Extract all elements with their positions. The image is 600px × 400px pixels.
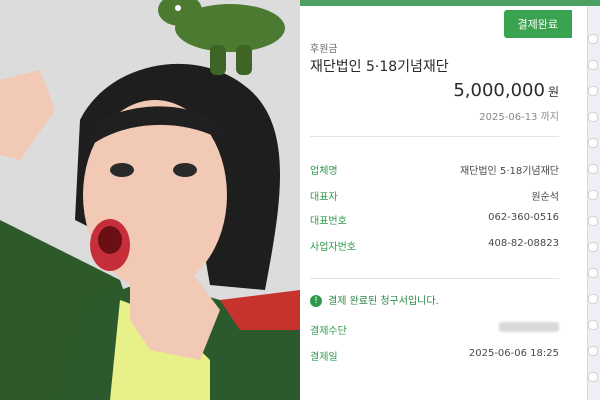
info-label: 대표자 xyxy=(310,192,338,203)
status-badge: 결제완료 xyxy=(503,10,572,38)
completion-notice: ! 결제 완료된 청구서입니다. xyxy=(310,292,439,307)
perforation-hole xyxy=(588,372,598,382)
payment-label: 결제수단 xyxy=(310,326,347,337)
photo-panel xyxy=(0,0,300,400)
perforation-hole xyxy=(588,112,598,122)
perforation-hole xyxy=(588,294,598,304)
perforation-hole xyxy=(588,216,598,226)
info-label: 대표번호 xyxy=(310,216,347,227)
info-label: 사업자번호 xyxy=(310,242,356,253)
payment-label: 결제일 xyxy=(310,352,338,363)
top-band xyxy=(300,0,600,6)
payment-date: 2025-06-06 18:25 xyxy=(468,348,559,359)
perforation-hole xyxy=(588,242,598,252)
amount-unit: 원 xyxy=(547,85,559,99)
perforation-hole xyxy=(588,138,598,148)
title-label: 후원금 xyxy=(310,44,338,55)
divider xyxy=(310,136,559,137)
perforation-hole xyxy=(588,268,598,278)
exclamation-icon: ! xyxy=(310,295,322,307)
amount-value: 5,000,000 xyxy=(453,80,545,101)
perforation-hole xyxy=(588,164,598,174)
info-value: 408-82-08823 xyxy=(488,238,559,249)
perforation-hole xyxy=(588,346,598,356)
info-value: 재단법인 5·18기념재단 xyxy=(459,166,559,177)
perforation-hole xyxy=(588,320,598,330)
organization-title: 재단법인 5·18기념재단 xyxy=(310,59,449,75)
amount-display: 5,000,000 원 xyxy=(453,80,559,101)
woman-portrait xyxy=(0,0,300,400)
receipt-paper: 결제완료 후원금 재단법인 5·18기념재단 5,000,000 원 2025-0… xyxy=(300,0,600,400)
perforation xyxy=(587,0,600,400)
perforation-hole xyxy=(588,190,598,200)
perforation-hole xyxy=(588,60,598,70)
info-label: 업체명 xyxy=(310,166,338,177)
perforation-hole xyxy=(588,34,598,44)
perforation-hole xyxy=(588,86,598,96)
notice-text: 결제 완료된 청구서입니다. xyxy=(328,296,439,307)
info-value: 062-360-0516 xyxy=(488,212,559,223)
receipt-panel: 결제완료 후원금 재단법인 5·18기념재단 5,000,000 원 2025-0… xyxy=(300,0,600,400)
info-value: 원순석 xyxy=(531,192,559,203)
divider xyxy=(310,278,559,279)
blurred-value xyxy=(499,322,559,332)
deadline-date: 2025-06-13 까지 xyxy=(479,112,559,123)
payment-method-redacted xyxy=(499,322,559,335)
